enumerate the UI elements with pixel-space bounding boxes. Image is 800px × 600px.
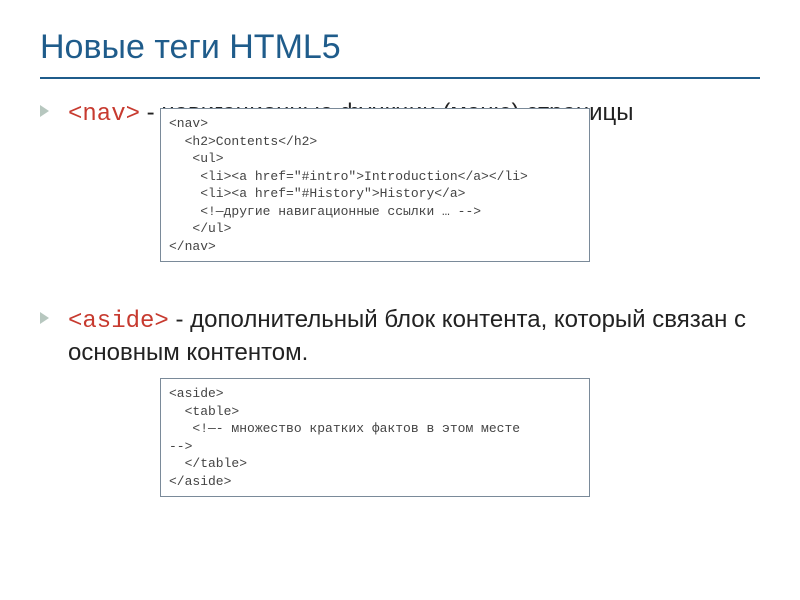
- nav-tag-text: <nav>: [68, 101, 140, 128]
- bullet-icon: [40, 312, 49, 324]
- code-example-nav: <nav> <h2>Contents</h2> <ul> <li><a href…: [160, 108, 590, 262]
- bullet-icon: [40, 105, 49, 117]
- slide-title: Новые теги HTML5: [40, 28, 760, 79]
- code-example-aside: <aside> <table> <!—- множество кратких ф…: [160, 378, 590, 497]
- bullet-item-aside: <aside> - дополнительный блок контента, …: [40, 304, 760, 368]
- aside-paragraph: <aside> - дополнительный блок контента, …: [68, 304, 760, 368]
- aside-tag-text: <aside>: [68, 308, 169, 335]
- aside-desc-text: - дополнительный блок контента, который …: [68, 306, 746, 366]
